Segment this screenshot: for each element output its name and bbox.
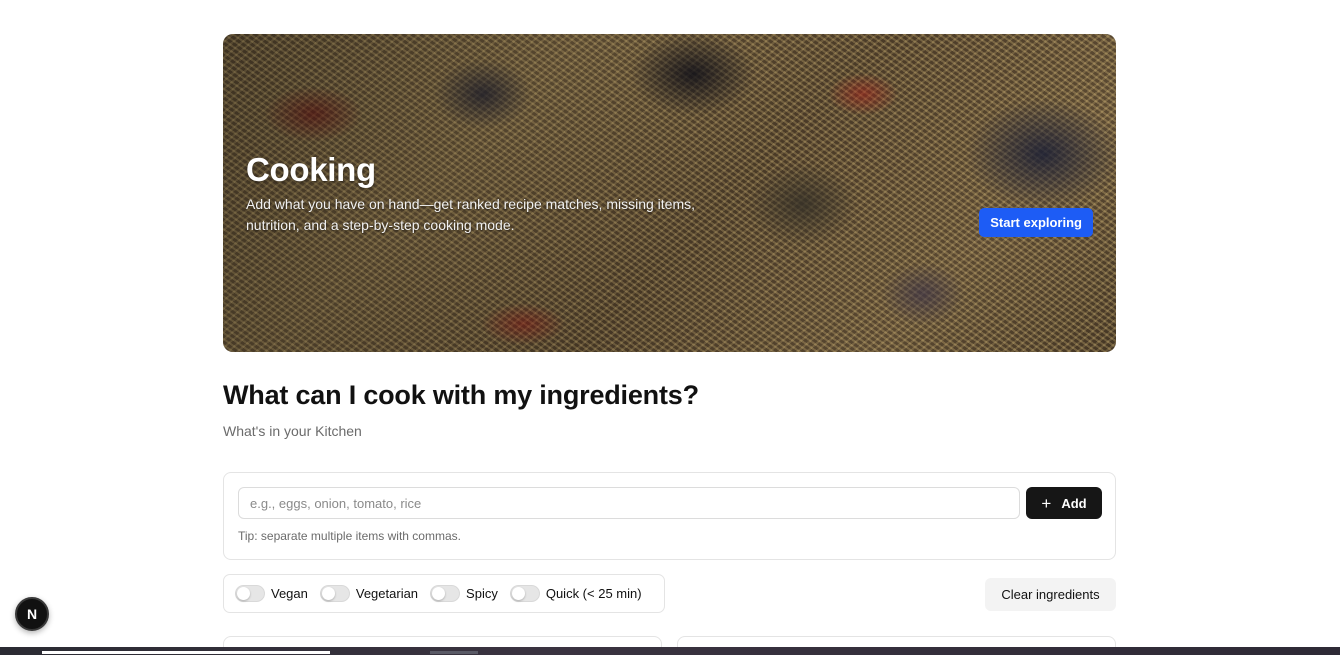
hero-subtitle: Add what you have on hand—get ranked rec… <box>246 196 696 233</box>
taskbar-segment <box>430 651 478 654</box>
filter-label: Quick (< 25 min) <box>545 586 642 601</box>
hero-image-overlay <box>223 34 1116 352</box>
page-subtitle: What's in your Kitchen <box>223 423 362 439</box>
add-button-label: Add <box>1061 495 1087 511</box>
taskbar-strip <box>0 647 1340 655</box>
hero-title: Cooking <box>246 151 376 188</box>
add-ingredient-button[interactable]: + Add <box>1026 487 1102 519</box>
quick-toggle[interactable] <box>509 585 540 602</box>
filter-label: Vegetarian <box>355 586 419 601</box>
taskbar-segment <box>42 651 330 654</box>
start-exploring-button[interactable]: Start exploring <box>979 208 1093 237</box>
filter-label: Spicy <box>466 586 498 601</box>
spicy-toggle[interactable] <box>430 585 461 602</box>
filter-vegetarian[interactable]: Vegetarian <box>319 585 419 602</box>
ingredient-input-card: + Add Tip: separate multiple items with … <box>223 472 1116 560</box>
plus-icon: + <box>1041 493 1052 513</box>
filter-vegan[interactable]: Vegan <box>235 585 308 602</box>
filter-label: Vegan <box>271 586 308 601</box>
page-title: What can I cook with my ingredients? <box>223 380 699 410</box>
diet-filters: Vegan Vegetarian Spicy Quick (< 25 min) <box>223 574 665 613</box>
filter-quick[interactable]: Quick (< 25 min) <box>509 585 642 602</box>
dev-tools-badge[interactable]: N <box>15 597 49 631</box>
input-tip: Tip: separate multiple items with commas… <box>238 529 461 543</box>
vegan-toggle[interactable] <box>235 585 265 602</box>
ingredient-input[interactable] <box>238 487 1020 519</box>
vegetarian-toggle[interactable] <box>319 585 350 602</box>
hero-banner: Cooking Add what you have on hand—get ra… <box>223 34 1116 352</box>
clear-ingredients-button[interactable]: Clear ingredients <box>985 578 1116 611</box>
filter-spicy[interactable]: Spicy <box>430 585 498 602</box>
